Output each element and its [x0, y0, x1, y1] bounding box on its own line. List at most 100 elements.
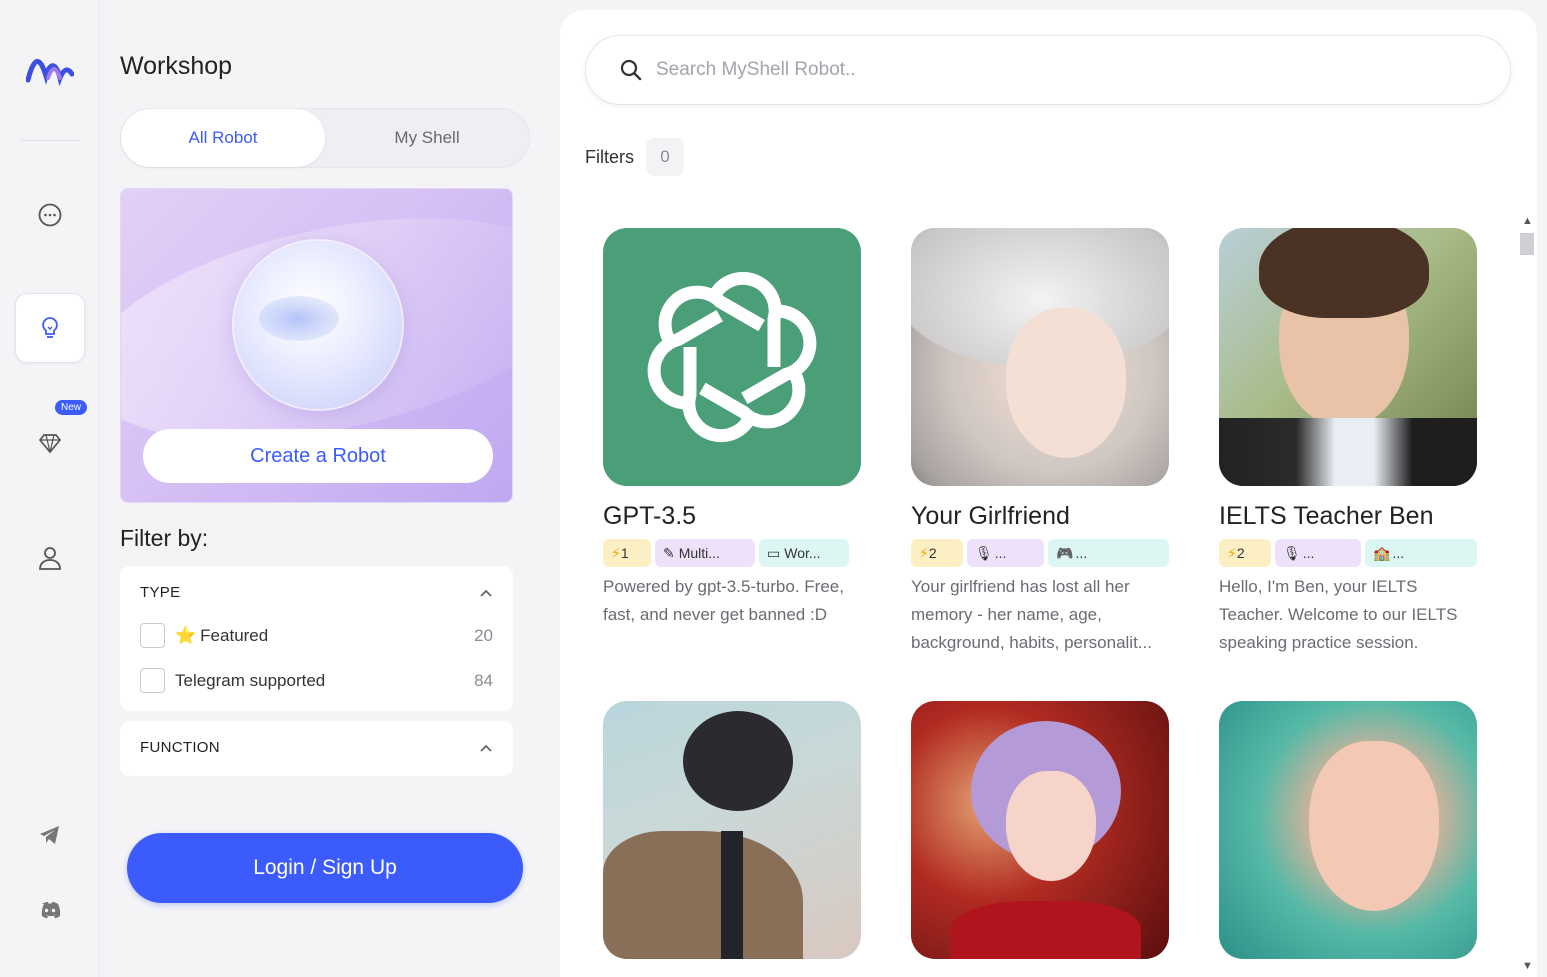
energy-tag: ⚡ 2: [1219, 539, 1271, 567]
laptop-icon: ▭: [767, 544, 781, 561]
teal-hair-avatar[interactable]: [1219, 701, 1477, 959]
purple-hair-avatar[interactable]: [911, 701, 1169, 959]
create-robot-button[interactable]: Create a Robot: [143, 429, 493, 483]
robot-tags: ⚡ 2 🎙... 🎮...: [911, 539, 1169, 567]
dress-shape: [951, 901, 1141, 959]
chat-bubble-icon: [38, 203, 62, 227]
search-bar[interactable]: [585, 35, 1511, 105]
filter-option-telegram[interactable]: Telegram supported 84: [140, 658, 493, 703]
filters-label: Filters: [585, 146, 634, 167]
category-tag: ▭ Wor...: [759, 539, 849, 567]
jacket-shape: [1219, 418, 1477, 486]
gpt-avatar[interactable]: [603, 228, 861, 486]
myshell-logo[interactable]: [26, 52, 74, 88]
bolt-icon: ⚡: [1227, 544, 1237, 561]
telegram-icon: [40, 826, 59, 844]
rail-premium-button[interactable]: [15, 408, 85, 478]
ielts-teacher-avatar[interactable]: [1219, 228, 1477, 486]
tie-shape: [721, 831, 743, 959]
diamond-icon: [38, 434, 62, 454]
chevron-up-icon[interactable]: [479, 741, 493, 755]
robot-card-teal-hair[interactable]: [1219, 701, 1477, 959]
robot-tab-switch: All Robot My Shell: [120, 108, 530, 168]
filter-option-label: Telegram supported: [175, 670, 326, 690]
filter-group-title: TYPE: [140, 584, 181, 601]
rail-chat-button[interactable]: [15, 180, 85, 250]
hair-shape: [683, 711, 793, 811]
robot-orb-image: [234, 241, 402, 409]
search-input[interactable]: [656, 59, 1456, 81]
microphone-icon: 🎙: [975, 544, 993, 561]
filter-option-featured[interactable]: ⭐ Featured 20: [140, 613, 493, 658]
robot-card-girlfriend[interactable]: Your Girlfriend ⚡ 2 🎙... 🎮... Your girlfr…: [911, 228, 1169, 657]
microphone-icon: 🎙: [1283, 544, 1301, 561]
pencil-icon: ✎: [663, 544, 675, 561]
suit-man-avatar[interactable]: [603, 701, 861, 959]
face-shape: [1309, 741, 1439, 911]
telegram-checkbox[interactable]: [140, 668, 165, 693]
rail-discord-button[interactable]: [15, 875, 85, 945]
face-shape: [1006, 771, 1096, 881]
robot-card-suit-man[interactable]: [603, 701, 861, 959]
openai-logo-icon: [647, 271, 817, 443]
robot-name: IELTS Teacher Ben: [1219, 502, 1434, 530]
active-filters[interactable]: Filters 0: [585, 138, 684, 176]
nav-rail: New: [0, 0, 100, 977]
energy-tag: ⚡ 2: [911, 539, 963, 567]
robot-name: GPT-3.5: [603, 502, 697, 530]
rail-divider: [20, 140, 80, 141]
filter-option-count: 20: [474, 625, 493, 645]
function-tag: 🎙...: [1275, 539, 1361, 567]
page-title: Workshop: [120, 52, 233, 80]
filter-group-header[interactable]: FUNCTION: [140, 739, 493, 756]
star-icon: ⭐: [175, 625, 197, 645]
school-icon: 🏫: [1373, 544, 1391, 561]
category-tag: 🎮...: [1048, 539, 1169, 567]
bolt-icon: ⚡: [611, 544, 621, 561]
girlfriend-avatar[interactable]: [911, 228, 1169, 486]
filter-group-function: FUNCTION: [120, 721, 513, 776]
scroll-down-arrow-icon[interactable]: ▼: [1522, 960, 1533, 972]
rail-profile-button[interactable]: [15, 523, 85, 593]
face-shape: [1006, 308, 1126, 458]
chevron-up-icon[interactable]: [479, 586, 493, 600]
filter-group-title: FUNCTION: [140, 739, 220, 756]
scrollbar-thumb[interactable]: [1520, 233, 1534, 255]
robot-card-purple-hair[interactable]: [911, 701, 1169, 959]
gamepad-icon: 🎮: [1056, 544, 1074, 561]
filter-scroll-area: Create a Robot Filter by: TYPE ⭐ Feature…: [120, 188, 514, 782]
robot-tags: ⚡ 1 ✎ Multi... ▭ Wor...: [603, 539, 861, 567]
robot-card-gpt[interactable]: GPT-3.5 ⚡ 1 ✎ Multi... ▭ Wor... Powered by …: [603, 228, 861, 629]
discord-icon: [41, 902, 61, 919]
tab-my-shell[interactable]: My Shell: [325, 109, 529, 167]
category-tag: 🏫...: [1365, 539, 1477, 567]
filter-option-label: Featured: [200, 625, 269, 645]
featured-checkbox[interactable]: [140, 623, 165, 648]
robot-tags: ⚡ 2 🎙... 🏫...: [1219, 539, 1477, 567]
robot-description: Your girlfriend has lost all her memory …: [911, 577, 1152, 652]
rail-workshop-button[interactable]: [15, 293, 85, 363]
robot-name: Your Girlfriend: [911, 502, 1070, 530]
tab-all-robot[interactable]: All Robot: [121, 109, 325, 167]
bolt-icon: ⚡: [919, 544, 929, 561]
robot-gallery-panel: Filters 0: [560, 10, 1537, 977]
robot-card-ielts[interactable]: IELTS Teacher Ben ⚡ 2 🎙... 🏫... Hello, I'…: [1219, 228, 1477, 657]
hair-shape: [1259, 228, 1429, 318]
lightbulb-icon: [42, 317, 58, 338]
gallery-scrollbar[interactable]: ▲ ▼: [1518, 215, 1536, 975]
filter-group-header[interactable]: TYPE: [140, 584, 493, 601]
robot-description: Powered by gpt-3.5-turbo. Free, fast, an…: [603, 577, 844, 624]
search-icon: [620, 59, 642, 81]
create-robot-banner: Create a Robot: [120, 188, 513, 503]
scroll-up-arrow-icon[interactable]: ▲: [1522, 215, 1533, 227]
user-icon: [39, 547, 61, 570]
login-signup-button[interactable]: Login / Sign Up: [127, 833, 523, 903]
energy-tag: ⚡ 1: [603, 539, 651, 567]
function-tag: ✎ Multi...: [655, 539, 755, 567]
workshop-sidebar: Workshop All Robot My Shell Create a Rob…: [100, 0, 650, 977]
function-tag: 🎙...: [967, 539, 1044, 567]
filters-count-badge: 0: [646, 138, 684, 176]
filter-group-type: TYPE ⭐ Featured 20 Telegram supported 84: [120, 566, 513, 711]
rail-telegram-button[interactable]: [15, 800, 85, 870]
filter-option-count: 84: [474, 670, 493, 690]
